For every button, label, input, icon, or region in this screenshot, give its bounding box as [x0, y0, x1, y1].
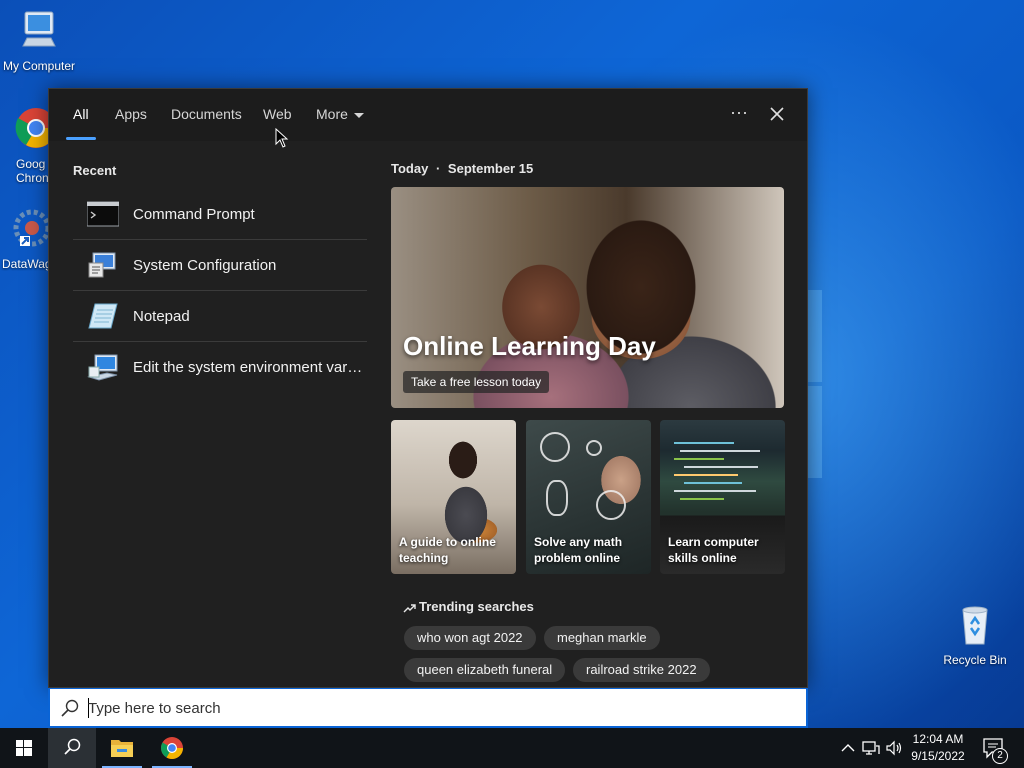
desktop-icon-label: My Computer — [2, 59, 76, 73]
desktop-icon-label: DataWag — [2, 257, 48, 271]
system-configuration-icon — [88, 252, 116, 278]
chalk-drawing — [586, 440, 602, 456]
tab-label: Documents — [171, 106, 242, 122]
code-line — [680, 450, 760, 452]
recent-item-label: Edit the system environment vari... — [133, 359, 363, 376]
more-options-icon: ··· — [730, 102, 748, 122]
search-filter-bar: All Apps Documents Web More ··· — [49, 89, 807, 141]
card-label: A guide to online teaching — [399, 535, 496, 565]
taskbar-file-explorer[interactable] — [98, 728, 146, 768]
clock-date: 9/15/2022 — [911, 749, 965, 763]
code-line — [684, 466, 758, 468]
card-label: Learn computer skills online — [668, 535, 759, 565]
tab-apps[interactable]: Apps — [115, 106, 147, 140]
hero-card-online-learning-day[interactable]: Online Learning Day Take a free lesson t… — [391, 187, 784, 408]
recent-item-label: System Configuration — [133, 257, 277, 274]
card-computer-skills[interactable]: Learn computer skills online — [660, 420, 785, 574]
taskbar-clock[interactable]: 12:04 AM 9/15/2022 — [902, 731, 974, 765]
today-date: September 15 — [447, 161, 534, 176]
code-line — [680, 498, 724, 500]
tab-more[interactable]: More — [316, 106, 364, 140]
notification-count-badge: 2 — [992, 748, 1008, 764]
taskbar-search-box[interactable] — [48, 688, 808, 728]
code-line — [674, 442, 734, 444]
search-panel: All Apps Documents Web More ··· Recent C… — [48, 88, 808, 688]
desktop-icon-datawag[interactable]: DataWag — [0, 206, 48, 271]
trending-chip[interactable]: railroad strike 2022 — [573, 658, 710, 682]
card-math-problem[interactable]: Solve any math problem online — [526, 420, 651, 574]
today-label: Today — [391, 161, 429, 176]
mouse-cursor-icon — [275, 128, 289, 148]
hero-title: Online Learning Day — [403, 331, 656, 361]
desktop-icon-label: Recycle Bin — [943, 653, 1007, 667]
trending-chip[interactable]: queen elizabeth funeral — [404, 658, 566, 682]
card-label: Solve any math problem online — [534, 535, 623, 565]
trending-chip[interactable]: who won agt 2022 — [404, 626, 536, 650]
desktop-icon-recycle-bin[interactable]: Recycle Bin — [936, 602, 1014, 667]
desktop-icon-google-chrome[interactable]: Goog Chron — [0, 106, 48, 185]
recent-item-command-prompt[interactable]: Command Prompt — [73, 189, 367, 240]
search-icon — [64, 738, 81, 755]
file-explorer-icon — [111, 740, 133, 757]
chevron-up-icon[interactable] — [838, 738, 858, 758]
taskbar: 12:04 AM 9/15/2022 2 — [0, 728, 1024, 768]
recent-header: Recent — [73, 163, 117, 178]
windows-logo-icon — [16, 740, 32, 756]
recent-item-notepad[interactable]: Notepad — [73, 291, 367, 342]
search-icon — [61, 699, 79, 717]
chrome-icon — [15, 108, 48, 148]
tab-label: More — [316, 106, 348, 122]
code-line — [674, 490, 756, 492]
card-online-teaching[interactable]: A guide to online teaching — [391, 420, 516, 574]
trending-header: Trending searches — [403, 599, 534, 614]
code-line — [674, 474, 738, 476]
tab-documents[interactable]: Documents — [171, 106, 242, 140]
my-computer-icon — [22, 11, 56, 47]
close-icon — [770, 107, 784, 121]
chalk-drawing — [540, 432, 570, 462]
tab-all[interactable]: All — [66, 106, 95, 140]
desktop-icon-my-computer[interactable]: My Computer — [0, 8, 78, 73]
network-icon[interactable] — [861, 738, 881, 758]
code-line — [684, 482, 742, 484]
chrome-icon — [161, 737, 183, 759]
notepad-icon — [88, 303, 118, 329]
chevron-down-icon — [353, 112, 364, 118]
chalk-drawing — [596, 490, 626, 520]
desktop-icon-label: Goog Chron — [16, 157, 48, 185]
wallpaper-light-beam — [808, 386, 822, 478]
start-button[interactable] — [0, 728, 48, 768]
hero-subtitle: Take a free lesson today — [403, 371, 550, 393]
volume-icon[interactable] — [884, 738, 904, 758]
trending-arrow-icon — [403, 603, 416, 613]
tab-label: Web — [263, 106, 292, 122]
tab-label: Apps — [115, 106, 147, 122]
recent-item-edit-environment-variables[interactable]: Edit the system environment vari... — [73, 342, 367, 393]
separator-dot: · — [435, 161, 441, 176]
trending-chip[interactable]: meghan markle — [544, 626, 660, 650]
taskbar-chrome[interactable] — [148, 728, 196, 768]
recent-item-label: Notepad — [133, 308, 190, 325]
clock-time: 12:04 AM — [912, 732, 964, 746]
search-input[interactable] — [88, 696, 778, 720]
today-header: Today · September 15 — [391, 161, 533, 176]
chalk-drawing — [546, 480, 568, 516]
tab-label: All — [73, 106, 89, 122]
recycle-bin-icon — [962, 606, 988, 645]
datawag-icon — [13, 209, 48, 247]
system-properties-icon — [87, 354, 118, 381]
command-prompt-icon — [87, 201, 119, 227]
recent-item-label: Command Prompt — [133, 206, 255, 223]
more-options-button[interactable]: ··· — [725, 101, 753, 127]
wallpaper-light-beam — [808, 290, 822, 382]
taskbar-search-button[interactable] — [48, 728, 96, 768]
close-button[interactable] — [763, 101, 791, 127]
recent-item-system-configuration[interactable]: System Configuration — [73, 240, 367, 291]
code-line — [674, 458, 724, 460]
trending-label: Trending searches — [419, 599, 534, 614]
